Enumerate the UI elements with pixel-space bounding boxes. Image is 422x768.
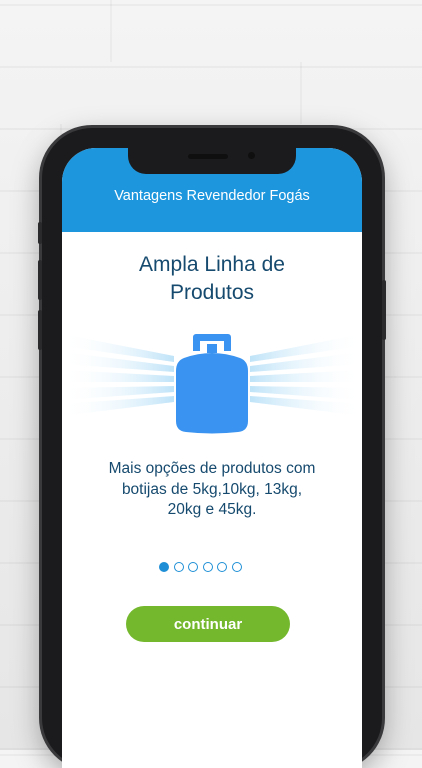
page-dot-5[interactable] [217, 562, 227, 572]
pagination-dots [159, 562, 242, 572]
page-dot-1[interactable] [159, 562, 169, 572]
phone-volume-down-button [38, 310, 42, 350]
continue-button[interactable]: continuar [126, 606, 290, 642]
page-dot-4[interactable] [202, 562, 213, 572]
page-dot-3[interactable] [188, 562, 198, 572]
header-title: Vantagens Revendedor Fogás [114, 188, 310, 204]
slide-title-line2: Produtos [169, 281, 255, 304]
slide-description-line1: Mais opções de produtos com [108, 460, 316, 477]
gas-cylinder-icon [176, 334, 248, 434]
slide-description-line2: botijas de 5kg,10kg, 13kg, [121, 480, 303, 498]
wall-joint [110, 0, 112, 62]
wall-joint [300, 62, 302, 124]
phone-side-button [38, 222, 42, 244]
slide-description-line3: 20kg e 45kg. [167, 501, 257, 518]
page-dot-2[interactable] [173, 562, 184, 572]
slide-description: Mais opções de produtos com botijas de 5… [84, 459, 340, 521]
phone-notch [128, 148, 296, 174]
phone-volume-up-button [38, 260, 42, 300]
speaker [188, 154, 228, 159]
slide-title-line1: Ampla Linha de [139, 253, 285, 276]
phone-power-button [382, 280, 386, 340]
page-dot-6[interactable] [231, 562, 242, 572]
app-screen: Vantagens Revendedor Fogás Ampla Linha d… [62, 148, 362, 768]
front-camera [248, 152, 255, 159]
slide-title: Ampla Linha de Produtos [82, 251, 342, 307]
